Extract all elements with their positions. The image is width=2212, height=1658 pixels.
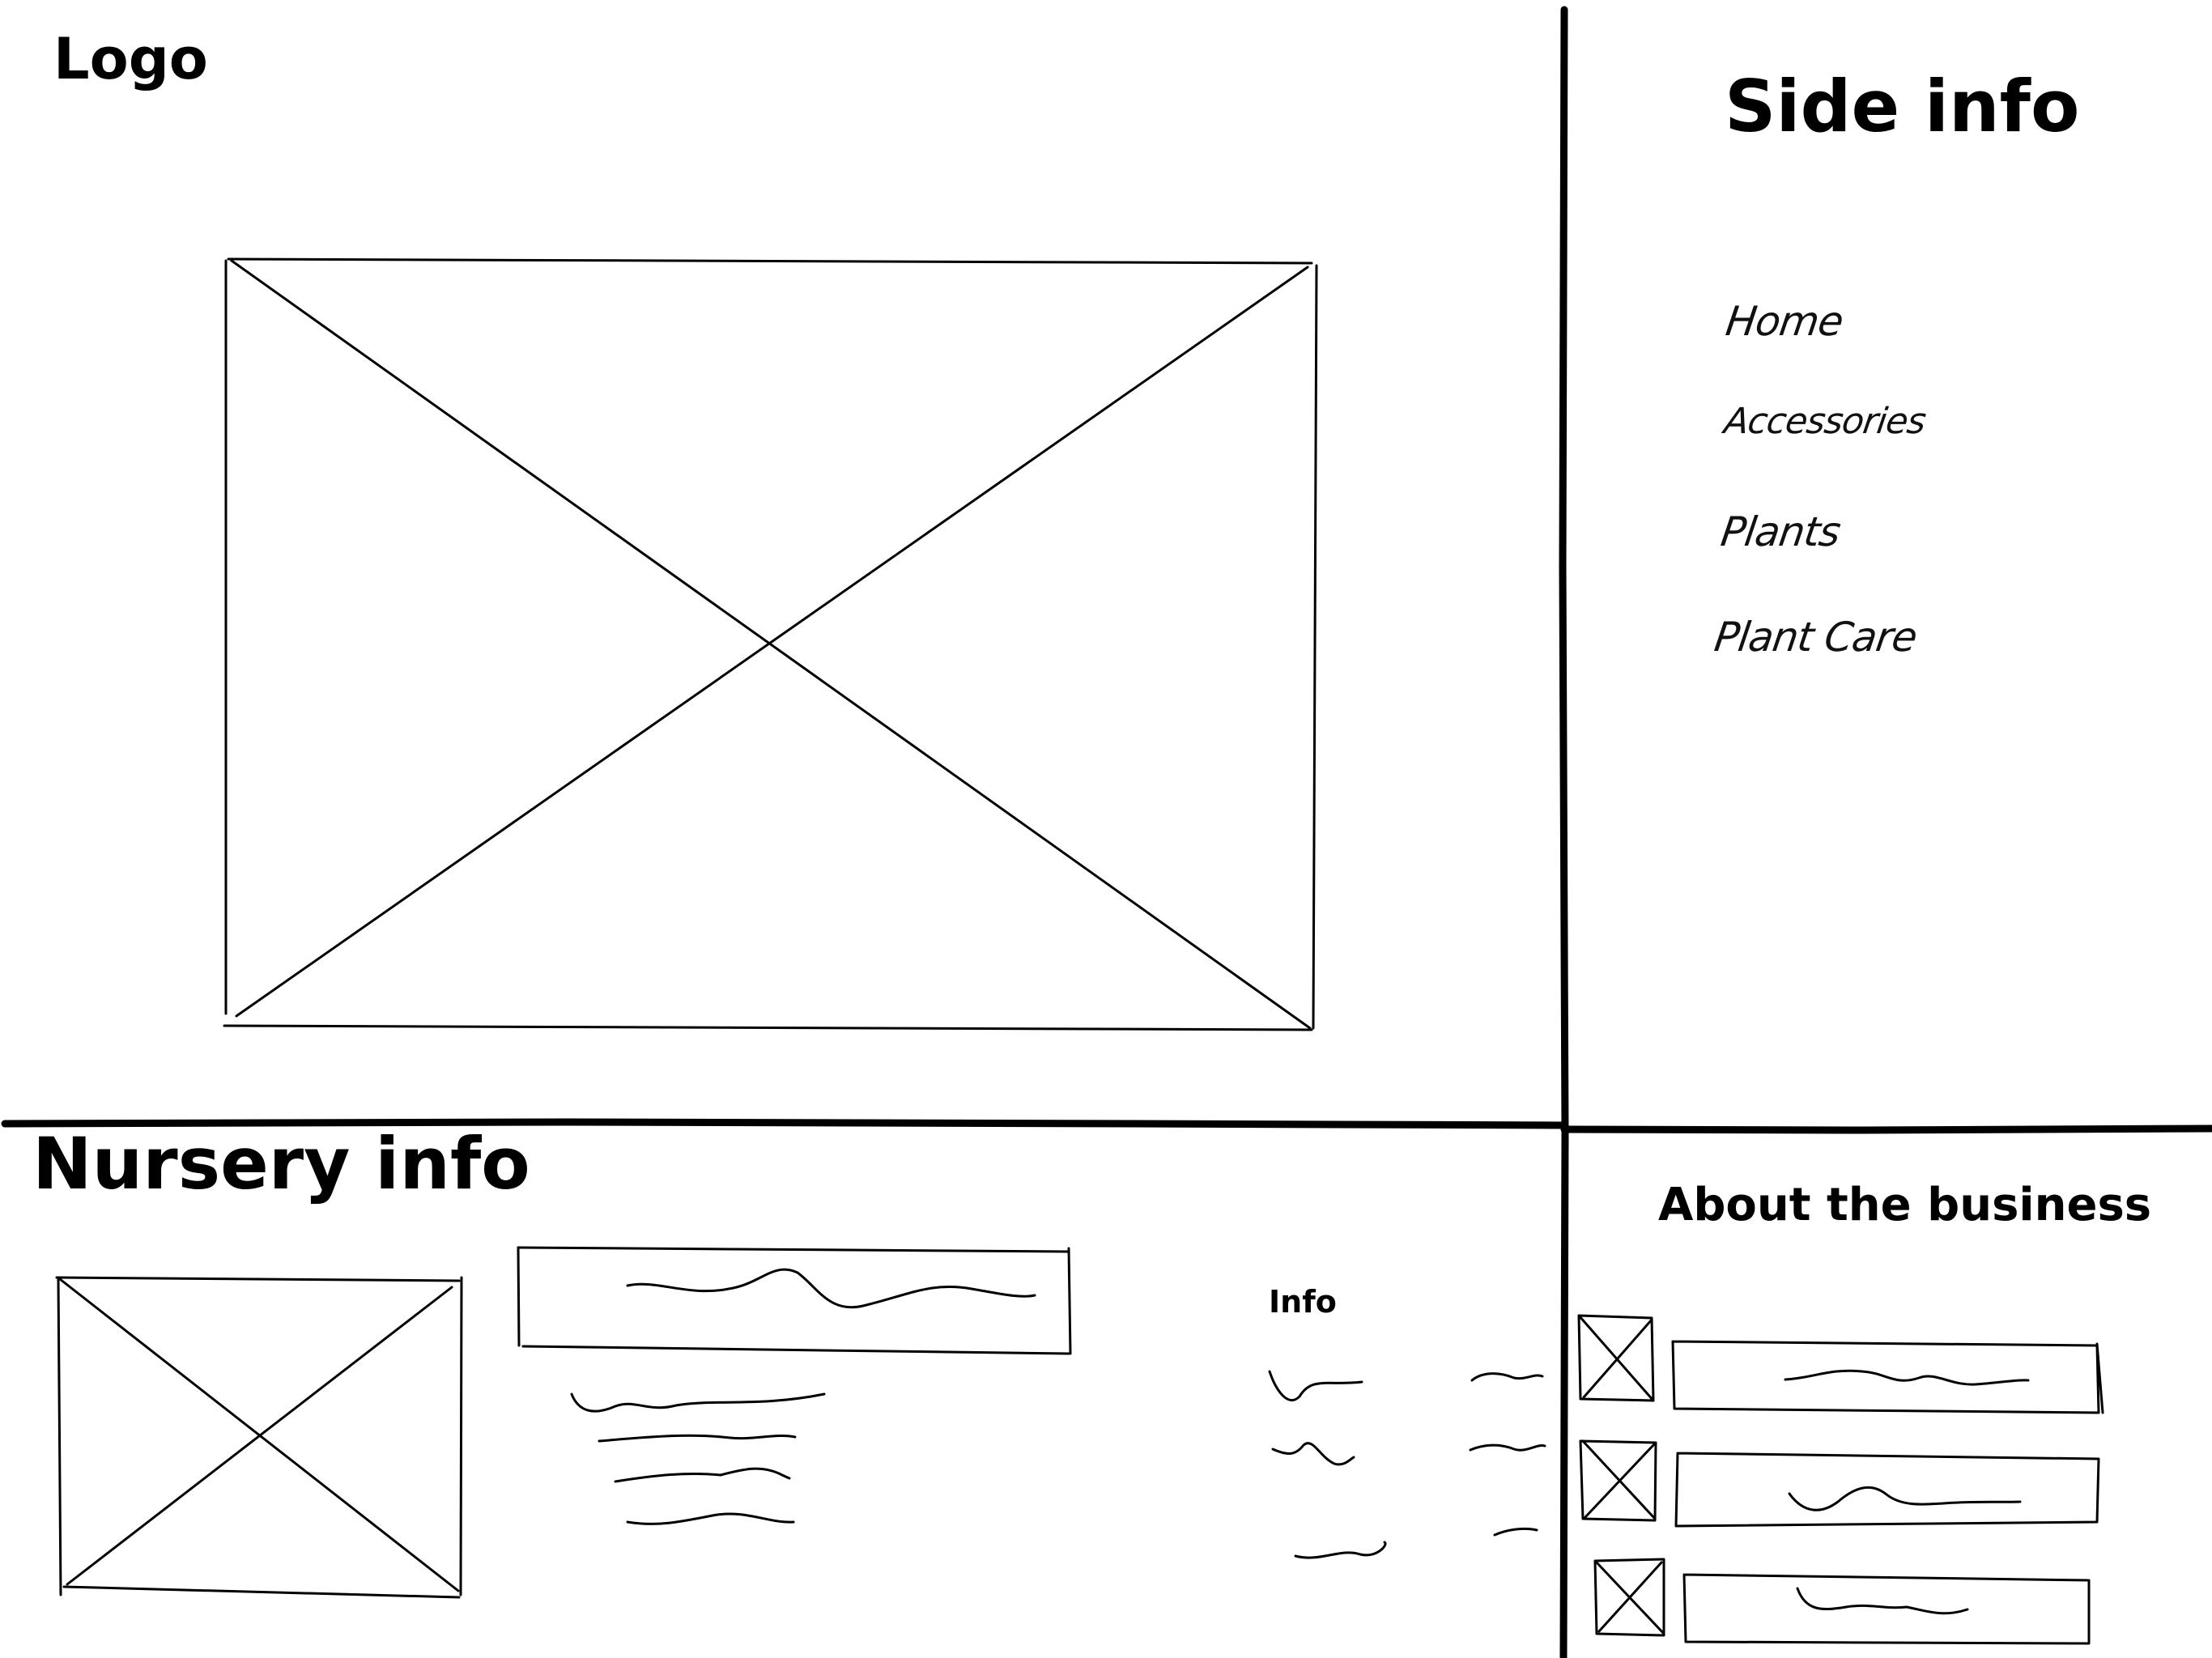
logo-label[interactable]: Logo [53, 26, 208, 92]
horizontal-divider-right [1560, 1124, 2212, 1134]
about-bar-3-scribble [1796, 1587, 1969, 1615]
about-thumb-1 [1577, 1314, 1655, 1402]
nursery-info-title: Nursery info [32, 1122, 530, 1205]
about-row-1 [1577, 1314, 2104, 1414]
side-info-title: Side info [1725, 65, 2080, 148]
nav-item-plants[interactable]: Plants [1718, 508, 1843, 555]
about-row-3 [1593, 1558, 2091, 1645]
sketch-layer [1, 6, 2212, 1658]
nav-item-accessories[interactable]: Accessories [1721, 401, 1928, 442]
about-bar-2-scribble [1788, 1486, 2022, 1511]
about-bar-1-scribble [1784, 1369, 2030, 1386]
about-row-2 [1579, 1439, 2100, 1528]
nursery-text-box [517, 1246, 1072, 1355]
about-thumb-3 [1593, 1558, 1665, 1637]
about-business-title: About the business [1658, 1179, 2152, 1231]
about-bar-2 [1674, 1452, 2100, 1528]
info-label: Info [1269, 1284, 1337, 1320]
info-scribbles [1268, 1370, 1546, 1559]
nav-item-home[interactable]: Home [1723, 298, 1846, 345]
nav-item-plant-care[interactable]: Plant Care [1712, 614, 1920, 661]
nursery-text-box-scribble [626, 1268, 1036, 1309]
about-bar-3 [1682, 1573, 2091, 1645]
about-thumb-2 [1579, 1439, 1657, 1522]
vertical-divider [1559, 6, 1569, 1658]
nursery-image-placeholder [55, 1276, 463, 1599]
wireframe-canvas: Logo Side info Nursery info Info About t… [0, 0, 2212, 1658]
nursery-description-scribbles [570, 1392, 826, 1525]
hero-image-placeholder [223, 257, 1318, 1031]
